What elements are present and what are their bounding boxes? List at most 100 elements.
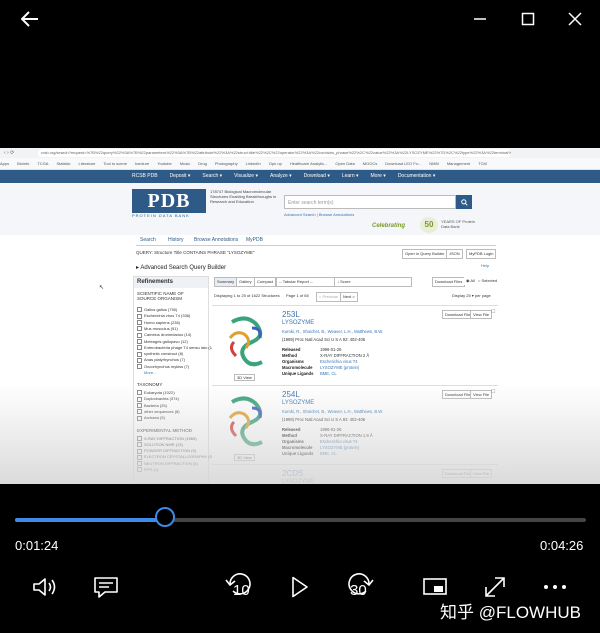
maximize-icon — [521, 12, 535, 26]
progress-thumb[interactable] — [155, 507, 176, 527]
entry-row-released: Released 1996-01-26 — [282, 347, 341, 352]
tab-mypdb[interactable]: MyPDB — [246, 237, 263, 243]
tab-history[interactable]: History — [168, 237, 184, 243]
close-button[interactable] — [561, 6, 589, 32]
radio-all[interactable]: ◉ All — [464, 277, 477, 285]
anniversary-text: YEARS OF Protein Data Bank — [441, 219, 476, 229]
fullscreen-icon — [485, 577, 505, 597]
entry-value[interactable]: BME, CL — [320, 371, 337, 376]
gallery-tab[interactable]: Gallery — [236, 277, 255, 287]
rcsb-nav-item[interactable]: Download ▾ — [304, 173, 330, 179]
refinement-checkbox[interactable]: Enterobacteria phage T4 sensu lato (11) — [137, 345, 215, 350]
refinement-checkbox[interactable]: Homo sapiens (236) — [137, 320, 180, 325]
next-page-button[interactable]: Next > — [340, 292, 358, 302]
entry-id-link[interactable]: 253L — [282, 310, 300, 319]
tabular-report-select[interactable]: -- Tabular Report -- — [276, 277, 338, 287]
summary-tab[interactable]: Summary — [214, 277, 238, 287]
help-link[interactable]: Help — [481, 263, 489, 268]
forward-button[interactable]: 30 — [345, 570, 375, 604]
sort-select[interactable]: ↓ Score — [334, 277, 412, 287]
progress-fill — [15, 518, 166, 522]
volume-button[interactable] — [30, 570, 60, 604]
advanced-search-link[interactable]: Advanced Search | Browse Annotations — [284, 212, 354, 217]
video-fade-overlay — [0, 384, 600, 484]
play-button[interactable] — [288, 570, 312, 604]
rcsb-nav-item[interactable]: Learn ▾ — [342, 173, 359, 179]
bookmark-item[interactable]: NMM — [429, 161, 439, 166]
radio-selected[interactable]: ○ Selected — [476, 277, 500, 285]
rcsb-nav-item[interactable]: RCSB PDB — [132, 173, 158, 179]
advanced-query-builder-toggle[interactable]: ▸ Advanced Search Query Builder — [136, 264, 226, 271]
refinement-more-link[interactable]: More... — [144, 370, 156, 375]
tab-browse-annotations[interactable]: Browse Annotations — [194, 237, 238, 243]
bookmark-item[interactable]: Tool to scene — [103, 161, 127, 166]
refinement-checkbox[interactable]: Camelus dromedarius (14) — [137, 332, 191, 337]
entry-title-link[interactable]: LYSOZYME — [282, 320, 314, 326]
entry-row-organisms: Organisms Escherichia virus T4 — [282, 359, 358, 364]
refinement-checkbox[interactable]: Anas platyrhynchos (7) — [137, 357, 185, 362]
bookmark-item[interactable]: Music — [180, 161, 190, 166]
refinement-checkbox[interactable]: Oncorhynchus mykiss (7) — [137, 364, 189, 369]
rcsb-nav-item[interactable]: Visualize ▾ — [234, 173, 258, 179]
bookmark-item[interactable]: Icecture — [135, 161, 149, 166]
compact-tab[interactable]: Compact — [254, 277, 277, 287]
rcsb-nav-item[interactable]: Search ▾ — [202, 173, 222, 179]
entry-authors[interactable]: Kuroki, R., Shoichet, B., Weaver, L.H., … — [282, 329, 383, 334]
minimize-button[interactable] — [466, 6, 494, 32]
rcsb-search-input[interactable]: Enter search term(s) — [284, 195, 456, 209]
bookmark-item[interactable]: Youtube — [157, 161, 172, 166]
entry-checkbox[interactable]: ☐ — [491, 309, 495, 315]
tab-search[interactable]: Search — [140, 237, 156, 243]
bookmark-item[interactable]: Apps — [0, 161, 9, 166]
rcsb-nav-item[interactable]: Analyze ▾ — [270, 173, 292, 179]
page-info: Page 1 of 65 — [286, 293, 309, 298]
json-button[interactable]: JSON — [446, 249, 463, 259]
bookmark-item[interactable]: Opn up — [269, 161, 282, 166]
download-file-button[interactable]: Download File — [442, 310, 474, 319]
refinement-checkbox[interactable]: Gallus gallus (790) — [137, 307, 177, 312]
entry-label: Organisms — [282, 359, 304, 364]
refinement-checkbox[interactable]: Escherichia virus T4 (336) — [137, 313, 190, 318]
refinement-checkbox[interactable]: synthetic construct (8) — [137, 351, 183, 356]
subtitles-button[interactable] — [92, 570, 120, 604]
bookmark-item[interactable]: Bioinfo — [17, 161, 29, 166]
refinement-checkbox[interactable]: Mus musculus (51) — [137, 326, 178, 331]
per-page-select[interactable]: Display 25 ▾ per page — [452, 293, 491, 298]
bookmark-item[interactable]: Healthcare Analytic... — [290, 161, 328, 166]
bookmark-item[interactable]: Statistic — [56, 161, 70, 166]
previous-page-button[interactable]: < Previous — [316, 292, 342, 302]
back-button[interactable] — [16, 6, 44, 32]
entry-label: Macromolecule — [282, 365, 313, 370]
browser-url: rcsb.org/search?request=%7B%22query%22%3… — [38, 149, 511, 157]
entry-value[interactable]: Escherichia virus T4 — [320, 359, 358, 364]
protein-structure-thumbnail[interactable] — [222, 312, 270, 372]
bookmark-item[interactable]: Management — [447, 161, 470, 166]
entry-value[interactable]: LYSOZYME (protein) — [320, 365, 359, 370]
download-files-button[interactable]: Download Files — [432, 277, 466, 287]
view-file-button[interactable]: View File — [470, 310, 493, 319]
bookmark-item[interactable]: Photography — [215, 161, 238, 166]
bookmark-item[interactable]: LinkedIn — [246, 161, 261, 166]
close-icon — [568, 12, 582, 26]
open-query-builder-button[interactable]: Open in Query Builder — [402, 249, 448, 259]
maximize-button[interactable] — [514, 6, 542, 32]
3d-view-button[interactable]: 3D View — [234, 374, 255, 381]
refinement-checkbox[interactable]: Meleagris gallopavo (12) — [137, 339, 188, 344]
bookmark-item[interactable]: Download LEO Fo... — [385, 161, 421, 166]
progress-track[interactable] — [15, 507, 586, 527]
video-frame[interactable]: ‹ › ⟳ rcsb.org/search?request=%7B%22quer… — [0, 148, 600, 484]
rcsb-nav-item[interactable]: Documentation ▾ — [398, 173, 436, 179]
bookmark-item[interactable]: MOOCs — [363, 161, 377, 166]
mypdb-login-button[interactable]: MyPDB Login — [466, 249, 497, 259]
pdb-logo-subtitle: PROTEIN DATA BANK — [132, 213, 190, 218]
bookmark-item[interactable]: Open Data — [335, 161, 354, 166]
mouse-cursor-icon: ↖ — [99, 285, 105, 291]
rcsb-nav-item[interactable]: Deposit ▾ — [170, 173, 191, 179]
bookmark-item[interactable]: TCGA — [37, 161, 48, 166]
rewind-button[interactable]: 10 — [224, 570, 254, 604]
bookmark-item[interactable]: Literature — [79, 161, 96, 166]
bookmark-item[interactable]: Drug — [198, 161, 207, 166]
bookmark-item[interactable]: TCM — [478, 161, 487, 166]
rcsb-nav-item[interactable]: More ▾ — [371, 173, 386, 179]
rcsb-search-button[interactable] — [456, 195, 472, 209]
